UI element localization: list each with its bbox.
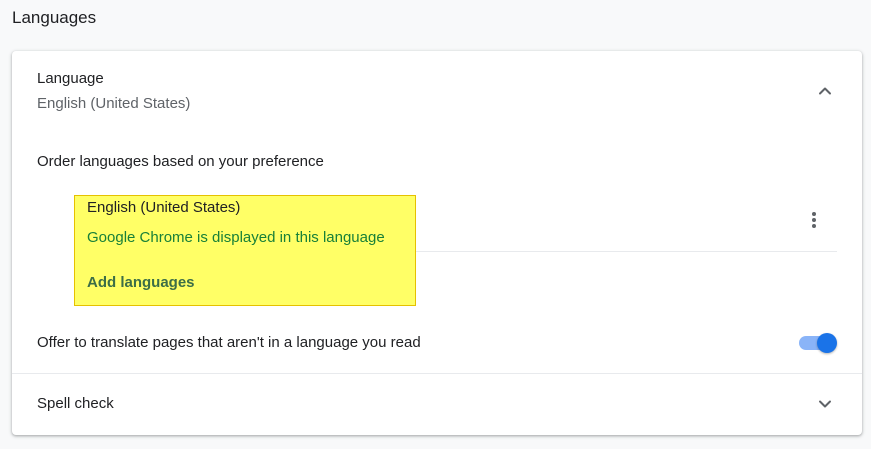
spell-check-expander[interactable]: Spell check	[12, 374, 862, 435]
chevron-up-icon[interactable]	[813, 79, 837, 103]
current-language: English (United States)	[37, 95, 191, 112]
item-divider	[416, 251, 837, 252]
languages-card: Language English (United States) Order l…	[12, 51, 862, 435]
more-vert-icon[interactable]	[802, 208, 826, 232]
order-languages-label: Order languages based on your preference	[37, 153, 324, 170]
section-title: Languages	[12, 8, 97, 27]
chevron-down-icon[interactable]	[813, 392, 837, 416]
spell-check-label: Spell check	[37, 395, 114, 412]
offer-translate-toggle[interactable]	[797, 333, 837, 353]
language-title: Language	[37, 70, 104, 87]
offer-translate-label: Offer to translate pages that aren't in …	[37, 334, 421, 351]
toggle-knob	[817, 333, 837, 353]
add-languages-button[interactable]: Add languages	[87, 274, 195, 291]
language-item-name: English (United States)	[87, 199, 241, 216]
language-item-note: Google Chrome is displayed in this langu…	[87, 229, 385, 246]
language-expander[interactable]: Language English (United States)	[12, 51, 862, 129]
